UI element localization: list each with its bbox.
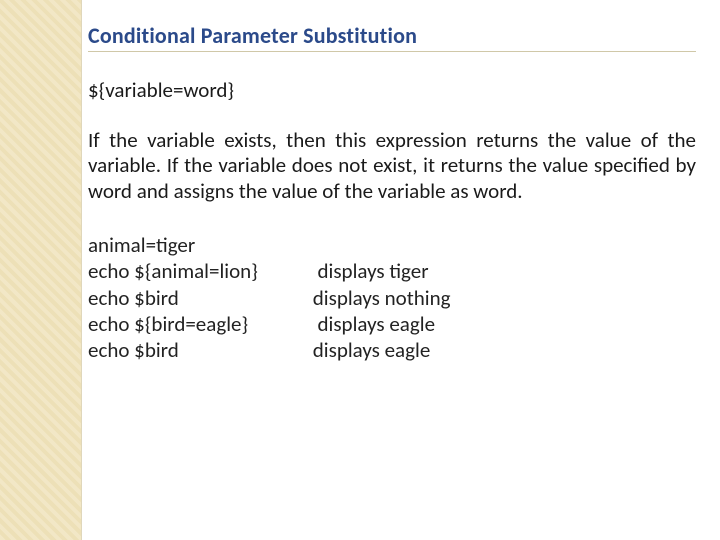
example-out: displays eagle (308, 311, 435, 337)
example-row: echo $bird displays nothing (88, 285, 696, 311)
example-cmd: echo ${bird=eagle} (88, 311, 308, 337)
example-block: animal=tiger echo ${animal=lion} display… (88, 232, 696, 362)
example-row: echo ${bird=eagle} displays eagle (88, 311, 696, 337)
example-setup-row: animal=tiger (88, 232, 696, 258)
example-out: displays eagle (308, 337, 430, 363)
example-cmd: echo ${animal=lion} (88, 258, 308, 284)
slide: Conditional Parameter Substitution ${var… (0, 0, 720, 540)
example-out: displays nothing (308, 285, 451, 311)
example-row: echo $bird displays eagle (88, 337, 696, 363)
example-out: displays tiger (308, 258, 429, 284)
example-setup: animal=tiger (88, 232, 308, 258)
example-cmd: echo $bird (88, 285, 308, 311)
slide-heading: Conditional Parameter Substitution (88, 22, 696, 52)
slide-content: Conditional Parameter Substitution ${var… (82, 0, 720, 540)
syntax-line: ${variable=word} (88, 78, 696, 104)
example-cmd: echo $bird (88, 337, 308, 363)
example-row: echo ${animal=lion} displays tiger (88, 258, 696, 284)
sidebar-pattern (0, 0, 82, 540)
description-text: If the variable exists, then this expres… (88, 128, 696, 205)
